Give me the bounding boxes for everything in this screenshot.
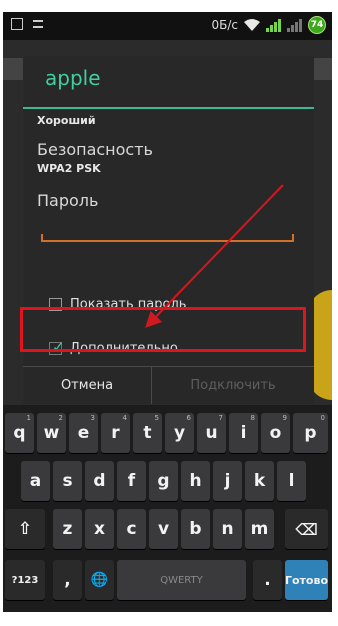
- wifi-icon: [244, 19, 260, 31]
- done-key[interactable]: Готово: [285, 560, 328, 600]
- key-l[interactable]: l: [277, 461, 306, 501]
- key-q[interactable]: q1: [5, 413, 34, 453]
- key-s[interactable]: s: [53, 461, 82, 501]
- key-z[interactable]: z: [53, 509, 82, 549]
- key-i[interactable]: i8: [229, 413, 258, 453]
- key-f[interactable]: f: [117, 461, 146, 501]
- key-g[interactable]: g: [149, 461, 178, 501]
- key-m[interactable]: m: [245, 509, 274, 549]
- key-d[interactable]: d: [85, 461, 114, 501]
- image-notification-icon: [11, 18, 23, 30]
- key-j[interactable]: j: [213, 461, 242, 501]
- password-label: Пароль: [37, 191, 99, 210]
- email-notification-icon: [33, 20, 43, 28]
- key-t[interactable]: t5: [133, 413, 162, 453]
- key-x[interactable]: x: [85, 509, 114, 549]
- key-r[interactable]: r4: [101, 413, 130, 453]
- delete-key-icon[interactable]: ⌫: [285, 509, 328, 549]
- status-bar: 0Б/с 74: [3, 12, 332, 40]
- key-e[interactable]: e3: [69, 413, 98, 453]
- key-y[interactable]: y6: [165, 413, 194, 453]
- network-name-title: apple: [45, 66, 101, 90]
- key-p[interactable]: p0: [293, 413, 328, 453]
- security-label: Безопасность: [37, 140, 153, 159]
- symbols-key[interactable]: ?123: [5, 560, 45, 600]
- key-n[interactable]: n: [213, 509, 242, 549]
- space-key[interactable]: QWERTY: [117, 560, 246, 600]
- comma-key[interactable]: ,: [53, 560, 82, 600]
- cancel-button[interactable]: Отмена: [23, 367, 151, 404]
- key-c[interactable]: c: [117, 509, 146, 549]
- key-a[interactable]: a: [21, 461, 50, 501]
- signal-strength-value: Хороший: [37, 114, 96, 127]
- shift-key-icon[interactable]: ⇧: [5, 509, 45, 549]
- status-notifications: [11, 18, 43, 30]
- battery-icon: 74: [308, 16, 326, 34]
- key-b[interactable]: b: [181, 509, 210, 549]
- key-k[interactable]: k: [245, 461, 274, 501]
- globe-key-icon[interactable]: 🌐: [85, 560, 114, 600]
- title-divider: [23, 107, 314, 109]
- period-key[interactable]: .: [253, 560, 282, 600]
- key-w[interactable]: w2: [37, 413, 66, 453]
- onscreen-keyboard: q1 w2 e3 r4 t5 y6 u7 i8 o9 p0 a s d f g …: [3, 405, 332, 612]
- signal-strength-icon: [266, 18, 281, 32]
- key-v[interactable]: v: [149, 509, 178, 549]
- security-value: WPA2 PSK: [37, 162, 101, 175]
- key-h[interactable]: h: [181, 461, 210, 501]
- network-speed: 0Б/с: [211, 18, 238, 32]
- input-underline-right: [292, 234, 294, 241]
- connect-button[interactable]: Подключить: [152, 367, 314, 404]
- signal-strength-2-icon: [287, 18, 302, 32]
- password-input-underline: [41, 240, 294, 242]
- key-u[interactable]: u7: [197, 413, 226, 453]
- key-o[interactable]: o9: [261, 413, 290, 453]
- annotation-highlight-box: [20, 307, 306, 352]
